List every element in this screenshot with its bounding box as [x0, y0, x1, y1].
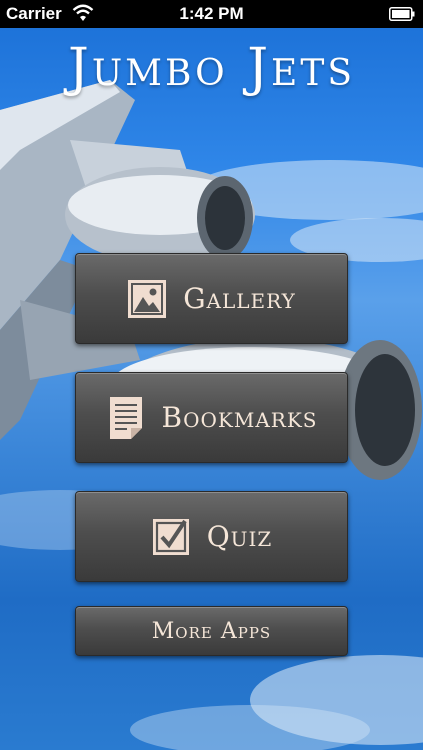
app-title: Jumbo Jets — [67, 38, 355, 98]
bookmarks-label: Bookmarks — [161, 401, 318, 434]
more-apps-label: More Apps — [151, 618, 272, 644]
gallery-button[interactable]: Gallery — [75, 253, 348, 344]
checkbox-icon — [152, 518, 189, 555]
gallery-label: Gallery — [183, 282, 296, 315]
more-apps-button[interactable]: More Apps — [75, 606, 348, 656]
bookmarks-button[interactable]: Bookmarks — [75, 372, 348, 463]
quiz-button[interactable]: Quiz — [75, 491, 348, 582]
document-icon — [109, 396, 142, 439]
status-time: 1:42 PM — [179, 4, 244, 23]
battery-icon — [389, 7, 415, 21]
status-bar: Carrier 1:42 PM — [0, 0, 423, 28]
quiz-label: Quiz — [206, 520, 273, 553]
image-icon — [128, 279, 167, 318]
home-screen: Carrier 1:42 PM Jumbo Jets Gallery Bookm… — [0, 0, 423, 750]
